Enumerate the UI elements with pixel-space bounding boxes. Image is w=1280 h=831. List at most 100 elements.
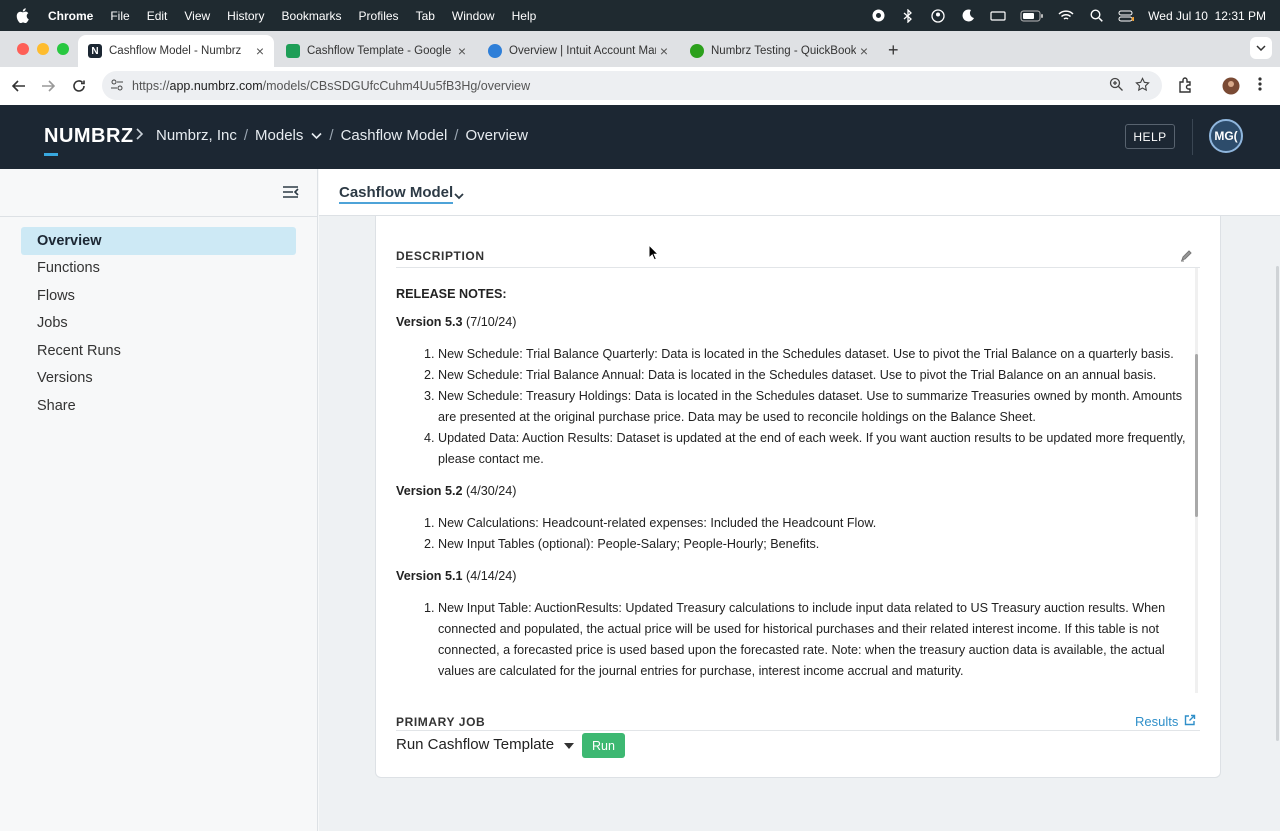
release-notes-heading: RELEASE NOTES: — [396, 287, 507, 301]
menu-view[interactable]: View — [184, 9, 210, 23]
version-heading: Version 5.3 (7/10/24) — [396, 315, 517, 329]
menu-window[interactable]: Window — [452, 9, 495, 23]
close-window-button[interactable] — [17, 43, 29, 55]
menu-tab[interactable]: Tab — [416, 9, 435, 23]
sidebar-nav: Overview Functions Flows Jobs Recent Run… — [21, 227, 296, 420]
browser-tab-intuit[interactable]: Overview | Intuit Account Man × — [478, 35, 678, 67]
sidebar-item-jobs[interactable]: Jobs — [21, 310, 296, 338]
run-button[interactable]: Run — [582, 733, 625, 758]
address-bar[interactable]: https://app.numbrz.com/models/CBsSDGUfcC… — [102, 71, 1162, 100]
page-scrollbar[interactable] — [1276, 266, 1279, 741]
intuit-icon — [488, 44, 502, 58]
list-item: New Schedule: Trial Balance Quarterly: D… — [438, 344, 1196, 365]
menu-file[interactable]: File — [110, 9, 129, 23]
numbrz-logo[interactable]: NUMBRZ — [44, 125, 134, 156]
close-tab-icon[interactable]: × — [856, 43, 872, 59]
sidebar-item-flows[interactable]: Flows — [21, 282, 296, 310]
app-header: NUMBRZ Numbrz, Inc / Models / Cashflow M… — [0, 105, 1280, 169]
record-icon[interactable] — [870, 8, 886, 24]
list-item: New Schedule: Trial Balance Annual: Data… — [438, 365, 1196, 386]
apple-icon[interactable] — [16, 8, 30, 23]
close-tab-icon[interactable]: × — [454, 43, 470, 59]
header-divider — [1192, 119, 1193, 155]
browser-tab-sheets[interactable]: Cashflow Template - Google S × — [276, 35, 476, 67]
list-item: New Input Table: AuctionResults: Updated… — [438, 598, 1196, 682]
collapse-sidebar-icon[interactable] — [282, 185, 300, 204]
user-avatar[interactable]: MG( — [1209, 119, 1243, 153]
chrome-menu-icon[interactable] — [1258, 76, 1262, 97]
profile-avatar-icon[interactable] — [1222, 77, 1240, 100]
menu-app-name[interactable]: Chrome — [48, 9, 93, 23]
breadcrumb-org[interactable]: Numbrz, Inc — [156, 127, 237, 144]
minimize-window-button[interactable] — [37, 43, 49, 55]
breadcrumb-separator: / — [243, 127, 249, 144]
version-heading: Version 5.1 (4/14/24) — [396, 569, 517, 583]
bluetooth-icon[interactable] — [900, 8, 916, 24]
sidebar-item-share[interactable]: Share — [21, 392, 296, 420]
reload-icon[interactable] — [69, 76, 89, 96]
menu-edit[interactable]: Edit — [147, 9, 168, 23]
description-body: RELEASE NOTES: Version 5.3 (7/10/24) New… — [396, 284, 1196, 693]
description-scrollbar-thumb[interactable] — [1195, 354, 1198, 517]
chevron-down-icon[interactable] — [454, 187, 464, 205]
tab-search-icon[interactable] — [1250, 37, 1272, 59]
close-tab-icon[interactable]: × — [656, 43, 672, 59]
window-controls — [17, 43, 69, 55]
chevron-down-icon[interactable] — [311, 127, 322, 144]
version-notes-list: New Calculations: Headcount-related expe… — [396, 513, 1196, 555]
moon-icon[interactable] — [960, 8, 976, 24]
list-item: New Input Tables (optional): People-Sala… — [438, 534, 1196, 555]
sidebar-item-functions[interactable]: Functions — [21, 255, 296, 283]
site-settings-icon[interactable] — [110, 78, 124, 97]
screen-mirror-icon[interactable] — [990, 8, 1006, 24]
breadcrumb-model[interactable]: Cashflow Model — [341, 127, 448, 144]
primary-job-select[interactable]: Run Cashflow Template — [396, 736, 575, 753]
extensions-icon[interactable] — [1177, 76, 1195, 99]
spotlight-search-icon[interactable] — [1088, 8, 1104, 24]
results-link[interactable]: Results — [1135, 714, 1196, 729]
caret-down-icon — [564, 736, 575, 753]
browser-tab-numbrz[interactable]: N Cashflow Model - Numbrz × — [78, 35, 274, 67]
tab-title: Cashflow Model - Numbrz — [109, 45, 242, 57]
back-arrow-icon[interactable] — [9, 76, 29, 96]
menu-help[interactable]: Help — [512, 9, 537, 23]
battery-icon[interactable] — [1020, 8, 1044, 24]
forward-arrow-icon[interactable] — [38, 76, 58, 96]
browser-tab-quickbooks[interactable]: Numbrz Testing - QuickBooks × — [680, 35, 878, 67]
primary-job-label: PRIMARY JOB — [396, 715, 486, 729]
control-center-icon[interactable] — [1118, 8, 1135, 24]
external-link-icon — [1184, 714, 1196, 729]
user-account-icon[interactable] — [930, 8, 946, 24]
menu-bookmarks[interactable]: Bookmarks — [282, 9, 342, 23]
pencil-edit-icon[interactable] — [1180, 249, 1193, 267]
menu-profiles[interactable]: Profiles — [359, 9, 399, 23]
list-item: Updated Data: Auction Results: Dataset i… — [438, 428, 1196, 470]
model-header: Cashflow Model — [319, 169, 1280, 216]
sidebar-item-overview[interactable]: Overview — [21, 227, 296, 255]
close-tab-icon[interactable]: × — [252, 43, 268, 59]
wifi-icon[interactable] — [1058, 8, 1074, 24]
quickbooks-icon — [690, 44, 704, 58]
list-item: New Schedule: Treasury Holdings: Data is… — [438, 386, 1196, 428]
help-button[interactable]: HELP — [1125, 124, 1175, 149]
sheets-icon — [286, 44, 300, 58]
menubar-clock[interactable]: Wed Jul 10 12:31 PM — [1148, 9, 1266, 23]
mouse-cursor-icon — [648, 243, 660, 266]
zoom-icon[interactable] — [1109, 77, 1124, 97]
sidebar-item-recent-runs[interactable]: Recent Runs — [21, 337, 296, 365]
sidebar-item-versions[interactable]: Versions — [21, 365, 296, 393]
breadcrumb-page: Overview — [465, 127, 528, 144]
tab-title: Numbrz Testing - QuickBooks — [711, 45, 856, 57]
bookmark-star-icon[interactable] — [1135, 77, 1150, 97]
menu-history[interactable]: History — [227, 9, 264, 23]
description-rule — [396, 267, 1200, 268]
browser-tab-strip: N Cashflow Model - Numbrz × Cashflow Tem… — [0, 31, 1280, 67]
new-tab-icon[interactable]: + — [888, 40, 899, 61]
model-selector[interactable]: Cashflow Model — [339, 184, 454, 204]
tab-title: Cashflow Template - Google S — [307, 45, 454, 57]
breadcrumb-separator: / — [454, 127, 459, 144]
zoom-window-button[interactable] — [57, 43, 69, 55]
version-notes-list: New Schedule: Trial Balance Quarterly: D… — [396, 344, 1196, 470]
main-content: Cashflow Model DESCRIPTION RELEASE NOTES… — [319, 169, 1280, 831]
breadcrumb-models[interactable]: Models — [255, 127, 303, 144]
